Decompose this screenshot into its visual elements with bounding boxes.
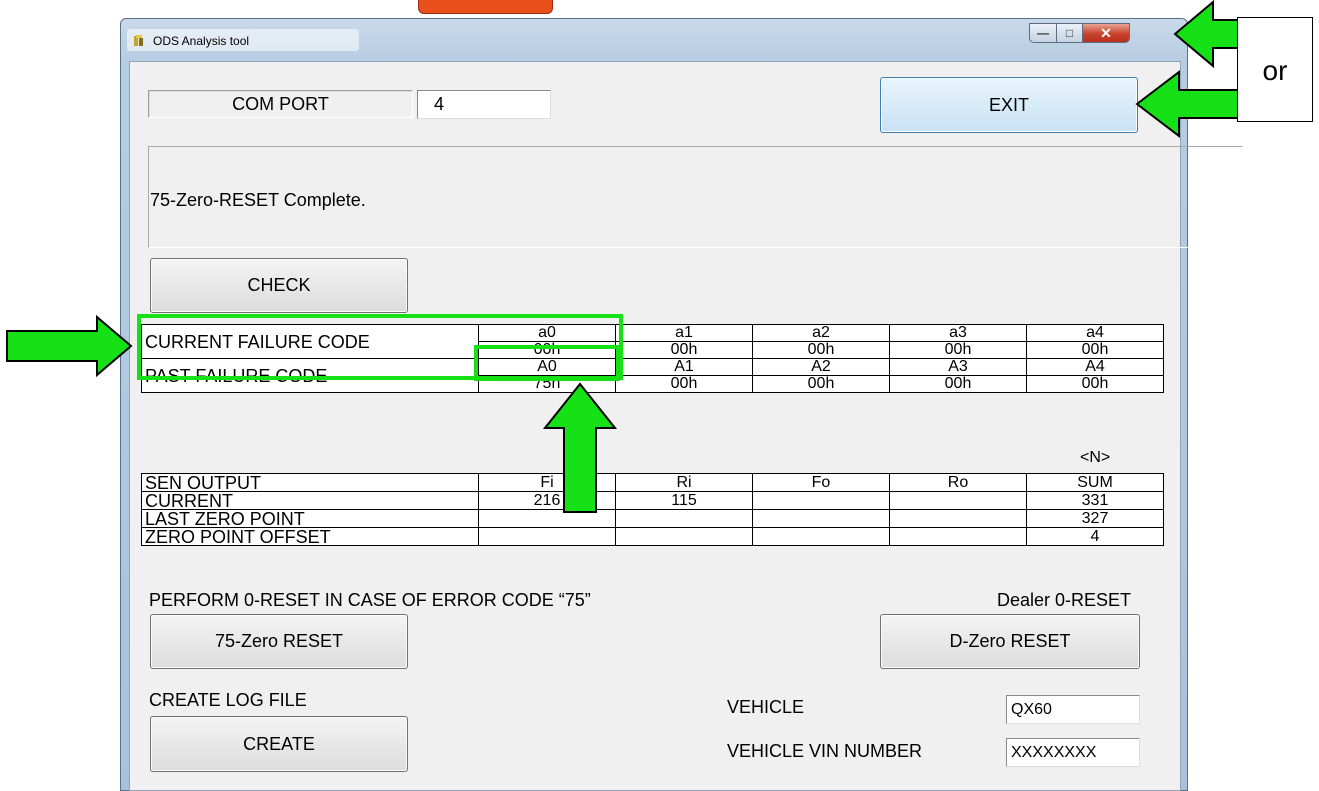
sensor-header: SUM <box>1026 473 1164 492</box>
current-code-value: 00h <box>889 341 1027 359</box>
sensor-output-table: SEN OUTPUT Fi Ri Fo Ro SUM CURRENT 216 1… <box>141 473 1164 546</box>
com-port-label: COM PORT <box>148 90 413 118</box>
zero-reset-75-button[interactable]: 75-Zero RESET <box>150 614 408 669</box>
app-icon <box>134 35 143 46</box>
current-code-value: 00h <box>1026 341 1164 359</box>
maximize-icon: □ <box>1065 26 1074 40</box>
window-title: ODS Analysis tool <box>153 34 250 48</box>
table-cell <box>752 491 890 510</box>
past-code-value: 00h <box>615 375 753 393</box>
minimize-icon: — <box>1037 26 1049 40</box>
create-log-label: CREATE LOG FILE <box>149 690 307 710</box>
past-code-value: 00h <box>1026 375 1164 393</box>
maximize-button[interactable]: □ <box>1056 23 1083 43</box>
minimize-button[interactable]: — <box>1029 23 1057 43</box>
past-code-value: 00h <box>752 375 890 393</box>
vin-label: VEHICLE VIN NUMBER <box>727 741 923 761</box>
table-cell <box>889 491 1027 510</box>
row-label: ZERO POINT OFFSET <box>141 527 479 546</box>
past-code-header: A1 <box>615 358 753 376</box>
sensor-header: Ri <box>615 473 753 492</box>
close-button[interactable]: ✕ <box>1082 23 1130 43</box>
perform-reset-text: PERFORM 0-RESET IN CASE OF ERROR CODE “7… <box>149 590 591 610</box>
status-message: 75-Zero-RESET Complete. <box>150 190 366 210</box>
table-row: LAST ZERO POINT 327 <box>141 509 1164 528</box>
current-code-header: a1 <box>615 324 753 342</box>
vehicle-label: VEHICLE <box>727 697 805 717</box>
unit-label: <N> <box>1080 449 1111 466</box>
table-cell <box>889 509 1027 528</box>
green-arrow-icon <box>1173 0 1242 69</box>
past-code-header: A2 <box>752 358 890 376</box>
green-arrow-icon <box>1135 70 1240 138</box>
table-cell: 331 <box>1026 491 1164 510</box>
a0-value-highlight <box>474 345 620 381</box>
sensor-header-label: SEN OUTPUT <box>141 473 479 492</box>
table-cell: 327 <box>1026 509 1164 528</box>
current-code-header: a2 <box>752 324 890 342</box>
table-cell <box>615 509 753 528</box>
client-area: COM PORT 4 EXIT 75-Zero-RESET Complete. … <box>129 61 1243 791</box>
sensor-header: Ro <box>889 473 1027 492</box>
row-label: LAST ZERO POINT <box>141 509 479 528</box>
current-code-header: a3 <box>889 324 1027 342</box>
exit-button[interactable]: EXIT <box>880 77 1138 133</box>
close-icon: ✕ <box>1100 25 1112 41</box>
vin-field[interactable]: XXXXXXXX <box>1006 738 1140 767</box>
title-bar[interactable]: ODS Analysis tool — □ ✕ <box>121 19 1187 61</box>
table-cell <box>752 509 890 528</box>
orange-page-tab <box>418 0 553 14</box>
table-row: ZERO POINT OFFSET 4 <box>141 527 1164 546</box>
sensor-header: Fo <box>752 473 890 492</box>
or-callout: or <box>1237 17 1313 122</box>
current-code-value: 00h <box>752 341 890 359</box>
table-cell <box>889 527 1027 546</box>
table-cell <box>615 527 753 546</box>
check-button[interactable]: CHECK <box>150 258 408 313</box>
dealer-reset-text: Dealer 0-RESET <box>997 590 1132 610</box>
past-code-header: A3 <box>889 358 1027 376</box>
past-code-header: A4 <box>1026 358 1164 376</box>
create-button[interactable]: CREATE <box>150 716 408 772</box>
table-cell: 4 <box>1026 527 1164 546</box>
current-code-header: a4 <box>1026 324 1164 342</box>
sensor-header-row: SEN OUTPUT Fi Ri Fo Ro SUM <box>141 473 1164 492</box>
current-code-value: 00h <box>615 341 753 359</box>
table-cell <box>752 527 890 546</box>
app-window: ODS Analysis tool — □ ✕ COM PORT 4 EXIT … <box>120 18 1243 791</box>
d-zero-reset-button[interactable]: D-Zero RESET <box>880 614 1140 669</box>
vehicle-field[interactable]: QX60 <box>1006 695 1140 724</box>
green-arrow-icon <box>6 315 133 377</box>
green-arrow-icon <box>543 382 617 513</box>
table-cell <box>478 527 616 546</box>
table-row: CURRENT 216 115 331 <box>141 491 1164 510</box>
past-code-value: 00h <box>889 375 1027 393</box>
com-port-field[interactable]: 4 <box>417 90 551 119</box>
row-label: CURRENT <box>141 491 479 510</box>
table-cell: 115 <box>615 491 753 510</box>
